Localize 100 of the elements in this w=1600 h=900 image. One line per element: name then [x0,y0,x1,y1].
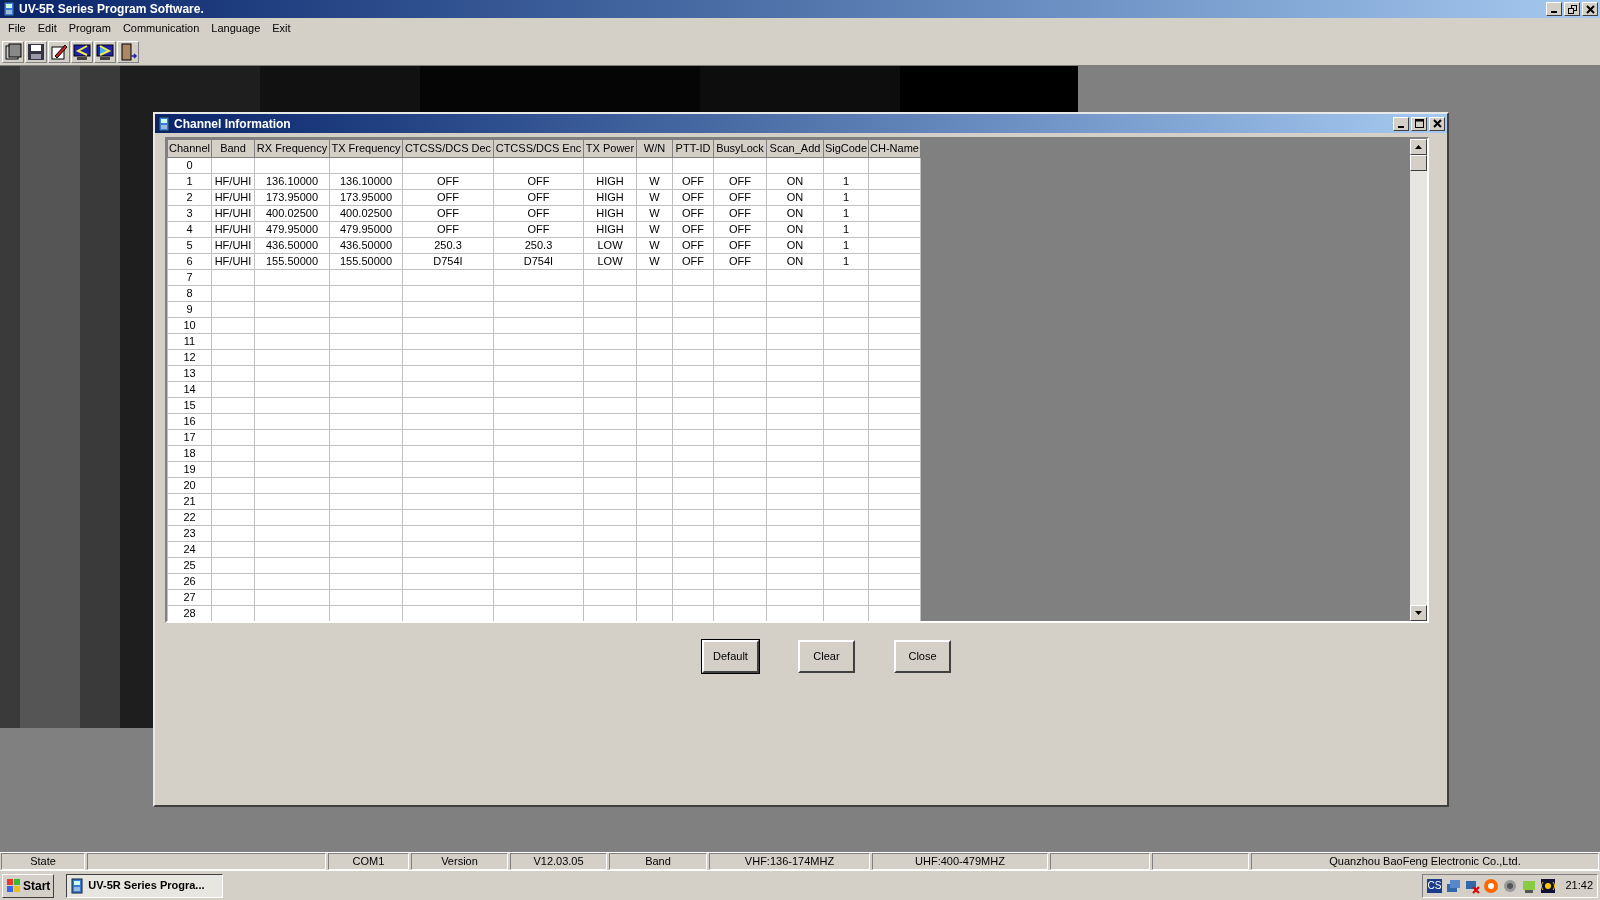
table-cell: 3 [167,205,212,221]
network-icon[interactable] [1445,877,1462,894]
minimize-button[interactable] [1393,116,1409,131]
column-header[interactable]: PTT-ID [672,139,714,157]
table-cell: 19 [167,461,212,477]
column-header[interactable]: Scan_Add [766,139,824,157]
column-header[interactable]: RX Frequency [254,139,330,157]
language-indicator[interactable]: CS [1426,878,1443,893]
table-cell: HIGH [583,205,637,221]
table-cell: OFF [402,189,494,205]
table-cell: OFF [493,205,584,221]
ring-icon[interactable] [1483,877,1500,894]
menu-item[interactable]: Communication [116,19,206,37]
dialog-button[interactable]: Default [702,640,759,673]
column-header[interactable]: Band [211,139,255,157]
table-cell: 24 [167,541,212,557]
table-cell: W [636,173,673,189]
table-cell: OFF [402,221,494,237]
table-cell: W [636,253,673,269]
floppy-disk-button[interactable] [25,40,47,63]
menu-item[interactable]: Language [205,19,267,37]
status-pane: VHF:136-174MHZ [709,853,870,870]
table-cell: 16 [167,413,212,429]
column-header[interactable]: CH-Name [868,139,921,157]
table-cell: 250.3 [402,237,494,253]
table-cell: 11 [167,333,212,349]
table-cell: 28 [167,605,212,621]
table-cell: 5 [167,237,212,253]
door-exit-button[interactable] [117,40,139,63]
minimize-icon [1551,11,1557,13]
table-cell: 1 [823,237,869,253]
column-header[interactable]: TX Frequency [329,139,403,157]
table-cell: OFF [713,253,767,269]
start-button[interactable]: Start [2,873,55,898]
pencil-button[interactable] [48,40,70,63]
table-cell: 22 [167,509,212,525]
table-cell: 23 [167,525,212,541]
menu-item[interactable]: File [2,19,32,37]
table-cell: ON [766,221,824,237]
table-cell: OFF [672,253,714,269]
table-cell: 136.10000 [254,173,330,189]
table-cell: 1 [823,173,869,189]
monitor-right-arrow-icon [95,41,115,62]
menu-item[interactable]: Exit [266,19,297,37]
column-header[interactable]: CTCSS/DCS Dec [402,139,494,157]
table-cell: 479.95000 [329,221,403,237]
close-button[interactable] [1582,2,1598,16]
table-cell: 173.95000 [329,189,403,205]
restore-button[interactable] [1564,2,1580,16]
table-cell: ON [766,253,824,269]
table-cell: HF/UHI [211,205,255,221]
table-cell: HF/UHI [211,221,255,237]
scroll-down-button[interactable] [1410,605,1427,621]
table-cell: HIGH [583,173,637,189]
table-cell: 479.95000 [254,221,330,237]
dialog-button[interactable]: Clear [798,640,855,673]
table-cell: 1 [823,253,869,269]
taskbar-button[interactable]: UV-5R Series Progra... [66,873,224,898]
radio-icon [70,877,85,894]
maximize-button[interactable] [1411,116,1427,131]
table-cell: HF/UHI [211,237,255,253]
table-cell: OFF [672,205,714,221]
table-cell: 6 [167,253,212,269]
scroll-up-button[interactable] [1410,139,1427,155]
column-header[interactable]: Channel [167,139,212,157]
stacked-pages-button[interactable] [2,40,24,63]
monitor-right-arrow-button[interactable] [94,40,116,63]
scrollbar[interactable] [1410,139,1427,621]
table-cell: 18 [167,445,212,461]
table-cell: LOW [583,237,637,253]
status-pane: Band [609,853,707,870]
speaker-icon[interactable] [1502,877,1519,894]
table-cell: 250.3 [493,237,584,253]
table-cell: 155.50000 [254,253,330,269]
minimize-button[interactable] [1546,2,1562,16]
column-header[interactable]: SigCode [823,139,869,157]
table-cell: ON [766,173,824,189]
radio-signal-icon[interactable] [1540,877,1557,894]
table-cell: 20 [167,477,212,493]
windows-flag-icon [6,878,21,893]
column-header[interactable]: TX Power [583,139,637,157]
table-cell: 136.10000 [329,173,403,189]
table-cell: OFF [493,221,584,237]
dialog-title: Channel Information [174,115,291,133]
dialog-button[interactable]: Close [894,640,951,673]
table-cell: OFF [672,237,714,253]
scroll-thumb[interactable] [1410,155,1427,171]
menu-item[interactable]: Program [62,19,117,37]
column-header[interactable]: CTCSS/DCS Enc [493,139,584,157]
table-cell: OFF [713,221,767,237]
table-cell: 1 [823,205,869,221]
column-header[interactable]: W/N [636,139,673,157]
monitor-left-arrow-button[interactable] [71,40,93,63]
table-cell: 1 [167,173,212,189]
close-button[interactable] [1429,116,1445,131]
menu-item[interactable]: Edit [31,19,63,37]
table-cell: OFF [672,189,714,205]
table-cell: 10 [167,317,212,333]
table-cell: 173.95000 [254,189,330,205]
column-header[interactable]: BusyLock [713,139,767,157]
